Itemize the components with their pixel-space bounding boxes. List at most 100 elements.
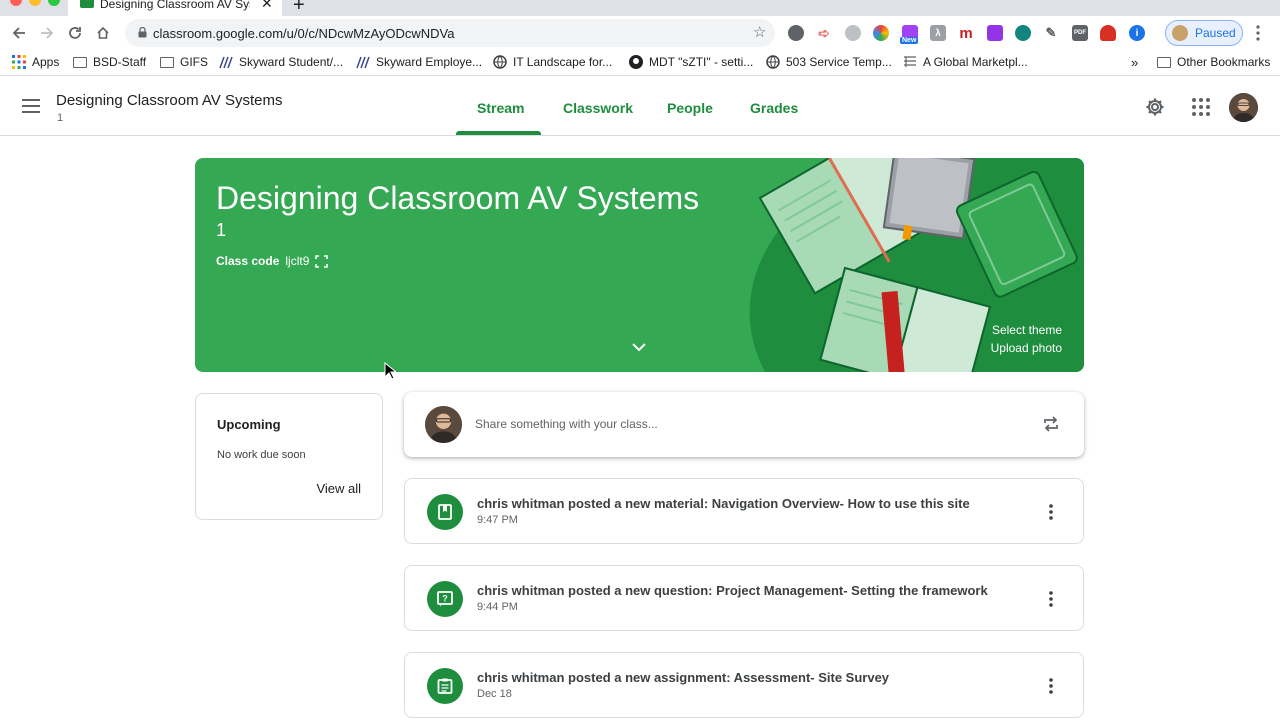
home-button[interactable] — [93, 23, 113, 43]
github-icon — [629, 55, 643, 69]
extension-headphones-icon[interactable] — [1100, 25, 1116, 41]
globe-icon — [493, 55, 507, 69]
reload-button[interactable] — [65, 23, 85, 43]
class-title[interactable]: Designing Classroom AV Systems — [56, 92, 282, 109]
chrome-menu-icon[interactable] — [1252, 24, 1264, 42]
minimize-window-button[interactable] — [29, 0, 41, 6]
stream-post[interactable]: chris whitman posted a new material: Nav… — [404, 478, 1084, 544]
class-banner: Designing Classroom AV Systems 1 Class c… — [195, 158, 1084, 372]
other-bookmarks[interactable]: Other Bookmarks — [1157, 55, 1270, 69]
person-photo-icon — [1229, 93, 1258, 122]
stream-post[interactable]: chris whitman posted a new assignment: A… — [404, 652, 1084, 718]
profile-status: Paused — [1195, 26, 1236, 40]
share-box[interactable]: Share something with your class... — [404, 392, 1084, 457]
extension-pen-icon[interactable]: ✎ — [1043, 25, 1059, 41]
extension-color-icon[interactable] — [873, 25, 889, 41]
address-bar[interactable]: classroom.google.com/u/0/c/NDcwMzAyODcwN… — [125, 19, 775, 47]
home-icon — [97, 26, 109, 39]
bookmark-503-service[interactable]: 503 Service Temp... — [766, 55, 892, 69]
browser-toolbar: classroom.google.com/u/0/c/NDcwMzAyODcwN… — [0, 16, 1280, 50]
profile-button[interactable]: Paused — [1165, 20, 1243, 46]
upcoming-title: Upcoming — [217, 417, 281, 432]
post-title: chris whitman posted a new assignment: A… — [477, 670, 890, 685]
close-window-button[interactable] — [10, 0, 22, 6]
bookmark-label: Apps — [32, 55, 60, 69]
post-title: chris whitman posted a new question: Pro… — [477, 583, 988, 598]
apps-grid-icon — [12, 55, 26, 69]
zoom-window-button[interactable] — [48, 0, 60, 6]
settings-gear-icon[interactable] — [1145, 97, 1165, 117]
account-avatar[interactable] — [1229, 93, 1258, 122]
extension-pdf-icon[interactable]: PDF — [1072, 25, 1088, 41]
more-options-icon[interactable] — [1048, 677, 1054, 695]
active-tab-indicator — [456, 131, 541, 135]
bookmark-mdt[interactable]: MDT "sZTI" - setti... — [629, 55, 753, 69]
svg-text:?: ? — [442, 594, 448, 604]
extension-puzzle-icon[interactable] — [987, 25, 1003, 41]
chevron-down-icon[interactable] — [632, 342, 646, 352]
stream-post[interactable]: ? chris whitman posted a new question: P… — [404, 565, 1084, 631]
bookmark-skyward-student[interactable]: Skyward Student/... — [219, 55, 343, 69]
browser-tabstrip: Designing Classroom AV Systems ✕ + — [0, 0, 1280, 16]
url-text: classroom.google.com/u/0/c/NDcwMzAyODcwN… — [153, 26, 455, 41]
class-section: 1 — [57, 112, 64, 124]
bookmark-apps[interactable]: Apps — [12, 55, 59, 69]
tab-people[interactable]: People — [667, 100, 713, 116]
bookmark-it-landscape[interactable]: IT Landscape for... — [493, 55, 612, 69]
skyward-icon — [219, 56, 233, 69]
tab-classwork[interactable]: Classwork — [563, 100, 633, 116]
extension-new-icon[interactable]: New — [900, 25, 919, 44]
bookmark-label: IT Landscape for... — [513, 55, 613, 69]
extension-circle-icon[interactable] — [788, 25, 804, 41]
new-tab-button[interactable]: + — [293, 0, 305, 17]
back-button[interactable] — [9, 23, 29, 43]
repost-icon[interactable] — [1042, 415, 1060, 433]
bookmark-bsd-staff[interactable]: BSD-Staff — [73, 55, 146, 69]
extension-globe-icon[interactable] — [1015, 25, 1031, 41]
bookmark-star-icon[interactable]: ☆ — [753, 23, 766, 41]
share-placeholder[interactable]: Share something with your class... — [475, 417, 658, 431]
tab-grades[interactable]: Grades — [750, 100, 798, 116]
lock-icon — [138, 27, 147, 38]
class-code: Class code ljclt9 — [216, 254, 329, 268]
post-title: chris whitman posted a new material: Nav… — [477, 496, 970, 511]
browser-tab-title: Designing Classroom AV Systems — [100, 0, 250, 11]
classroom-favicon-icon — [80, 0, 94, 8]
bookmark-gifs[interactable]: GIFS — [160, 55, 208, 69]
browser-tab[interactable]: Designing Classroom AV Systems ✕ — [68, 0, 282, 16]
more-options-icon[interactable] — [1048, 590, 1054, 608]
select-theme-link[interactable]: Select theme — [992, 323, 1062, 337]
banner-title: Designing Classroom AV Systems — [216, 180, 700, 216]
bookmarks-overflow-button[interactable]: » — [1131, 55, 1138, 70]
folder-icon — [160, 56, 174, 68]
bookmark-global-marketplace[interactable]: A Global Marketpl... — [903, 55, 1028, 69]
bookmark-label: BSD-Staff — [93, 55, 147, 69]
bookmark-label: A Global Marketpl... — [923, 55, 1028, 69]
tab-stream[interactable]: Stream — [477, 100, 524, 116]
globe-icon — [766, 55, 780, 69]
post-time: 9:44 PM — [477, 601, 518, 613]
main-menu-icon[interactable] — [22, 99, 40, 113]
class-code-label: Class code — [216, 254, 280, 268]
question-glyph: ? — [437, 591, 453, 607]
class-code-value: ljclt9 — [285, 254, 310, 268]
google-apps-grid-icon[interactable] — [1191, 97, 1211, 117]
bookmark-label: Skyward Student/... — [239, 55, 344, 69]
view-all-link[interactable]: View all — [316, 481, 361, 496]
extension-m-icon[interactable]: m — [958, 25, 974, 42]
bookmark-label: GIFS — [180, 55, 209, 69]
more-options-icon[interactable] — [1048, 503, 1054, 521]
forward-button[interactable] — [37, 23, 57, 43]
extension-info-icon[interactable]: i — [1129, 25, 1145, 41]
upload-photo-link[interactable]: Upload photo — [991, 341, 1062, 355]
close-tab-icon[interactable]: ✕ — [261, 0, 273, 12]
fullscreen-icon[interactable] — [315, 254, 329, 268]
extension-arrow-icon[interactable]: ➪ — [816, 25, 832, 41]
extension-bulb-icon[interactable] — [845, 25, 861, 41]
material-glyph — [438, 504, 452, 520]
bookmark-skyward-employee[interactable]: Skyward Employe... — [356, 55, 482, 69]
classroom-header: Designing Classroom AV Systems 1 Stream … — [0, 78, 1280, 136]
upcoming-empty-text: No work due soon — [217, 449, 306, 461]
marketplace-icon — [904, 56, 916, 67]
extension-lambda-icon[interactable]: λ — [930, 25, 946, 41]
